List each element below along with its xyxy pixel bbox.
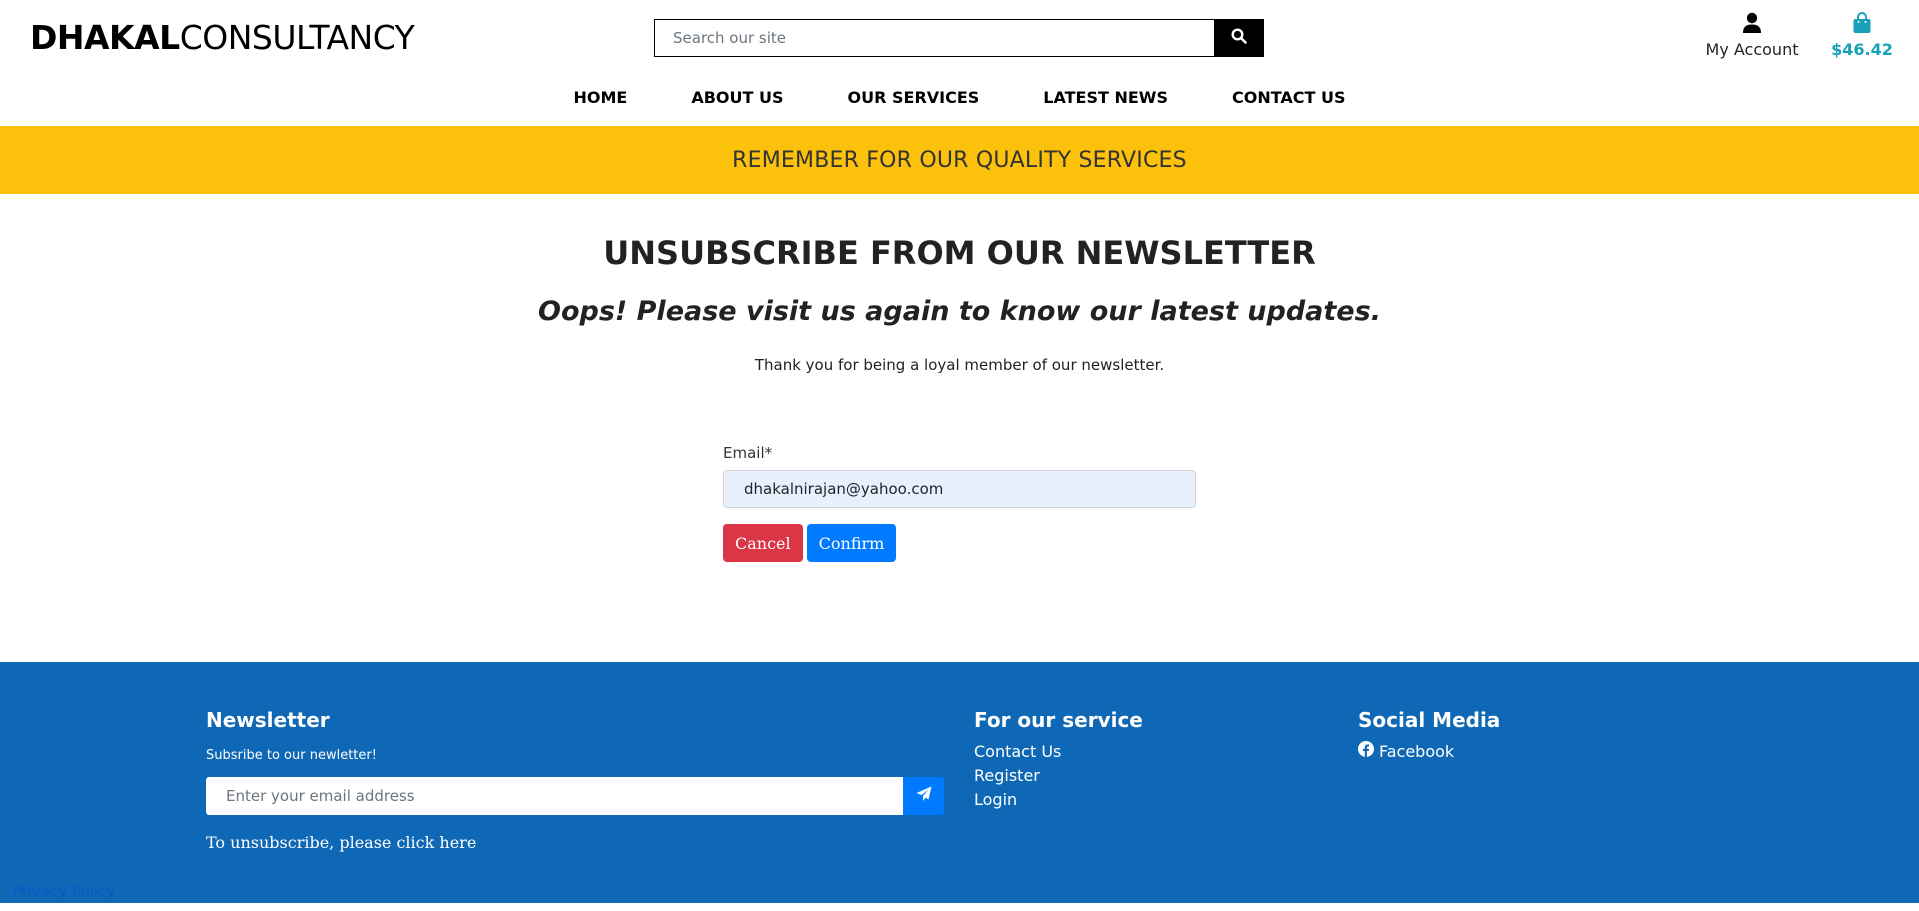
search-button[interactable] <box>1214 19 1264 57</box>
unsubscribe-form: Email* Cancel Confirm <box>723 444 1196 562</box>
confirm-button[interactable]: Confirm <box>806 524 897 562</box>
service-heading: For our service <box>974 708 1143 732</box>
email-label: Email* <box>723 444 773 462</box>
search-bar <box>654 19 1264 57</box>
thanks-message: Thank you for being a loyal member of ou… <box>754 356 1165 374</box>
newsletter-subtext: Subsribe to our newletter! <box>206 748 377 763</box>
logo-light-text: CONSULTANCY <box>179 18 415 57</box>
cart-link[interactable]: $46.42 <box>1830 12 1894 59</box>
social-links: Facebook <box>1358 740 1500 764</box>
search-icon <box>1231 28 1247 48</box>
cart-total: $46.42 <box>1831 40 1893 59</box>
service-links: Contact Us Register Login <box>974 740 1143 812</box>
promo-banner: REMEMBER FOR OUR QUALITY SERVICES <box>0 126 1919 194</box>
user-icon <box>1742 12 1762 38</box>
social-heading: Social Media <box>1358 708 1501 732</box>
newsletter-form <box>206 777 944 815</box>
footer-newsletter: Newsletter Subsribe to our newletter! To… <box>206 708 946 852</box>
footer-link-login[interactable]: Login <box>974 788 1143 812</box>
facebook-label: Facebook <box>1379 742 1455 761</box>
newsletter-submit-button[interactable] <box>903 777 944 815</box>
site-header: DHAKALCONSULTANCY My Account $46.42 HOME… <box>0 0 1919 126</box>
paper-plane-icon <box>916 786 932 806</box>
logo-bold-text: DHAKAL <box>30 18 180 57</box>
newsletter-email-input[interactable] <box>206 777 903 815</box>
footer-link-contact-us[interactable]: Contact Us <box>974 740 1143 764</box>
shopping-bag-icon <box>1852 12 1872 38</box>
page-subtitle: Oops! Please visit us again to know our … <box>538 296 1381 327</box>
nav-home[interactable]: HOME <box>541 88 659 108</box>
footer-service: For our service Contact Us Register Logi… <box>974 708 1143 812</box>
nav-our-services[interactable]: OUR SERVICES <box>816 88 1012 108</box>
privacy-policy-link[interactable]: Privacy Policy <box>13 882 115 900</box>
banner-text: REMEMBER FOR OUR QUALITY SERVICES <box>732 147 1187 173</box>
page-title: UNSUBSCRIBE FROM OUR NEWSLETTER <box>603 234 1316 272</box>
nav-latest-news[interactable]: LATEST NEWS <box>1011 88 1200 108</box>
unsubscribe-link[interactable]: To unsubscribe, please click here <box>206 833 946 852</box>
unsubscribe-section: UNSUBSCRIBE FROM OUR NEWSLETTER Oops! Pl… <box>0 194 1919 662</box>
footer-link-facebook[interactable]: Facebook <box>1358 740 1500 764</box>
nav-about-us[interactable]: ABOUT US <box>659 88 815 108</box>
main-nav: HOME ABOUT US OUR SERVICES LATEST NEWS C… <box>0 88 1919 108</box>
footer-social: Social Media Facebook <box>1358 708 1500 764</box>
newsletter-heading: Newsletter <box>206 708 330 732</box>
footer-link-register[interactable]: Register <box>974 764 1143 788</box>
email-field[interactable] <box>723 470 1196 508</box>
site-logo[interactable]: DHAKALCONSULTANCY <box>30 18 415 57</box>
site-footer: Newsletter Subsribe to our newletter! To… <box>0 662 1919 903</box>
form-actions: Cancel Confirm <box>723 524 1196 562</box>
nav-contact-us[interactable]: CONTACT US <box>1200 88 1378 108</box>
facebook-icon <box>1358 740 1374 764</box>
my-account-label: My Account <box>1705 40 1799 59</box>
cancel-button[interactable]: Cancel <box>723 524 803 562</box>
my-account-link[interactable]: My Account <box>1700 12 1804 59</box>
search-input[interactable] <box>654 19 1214 57</box>
